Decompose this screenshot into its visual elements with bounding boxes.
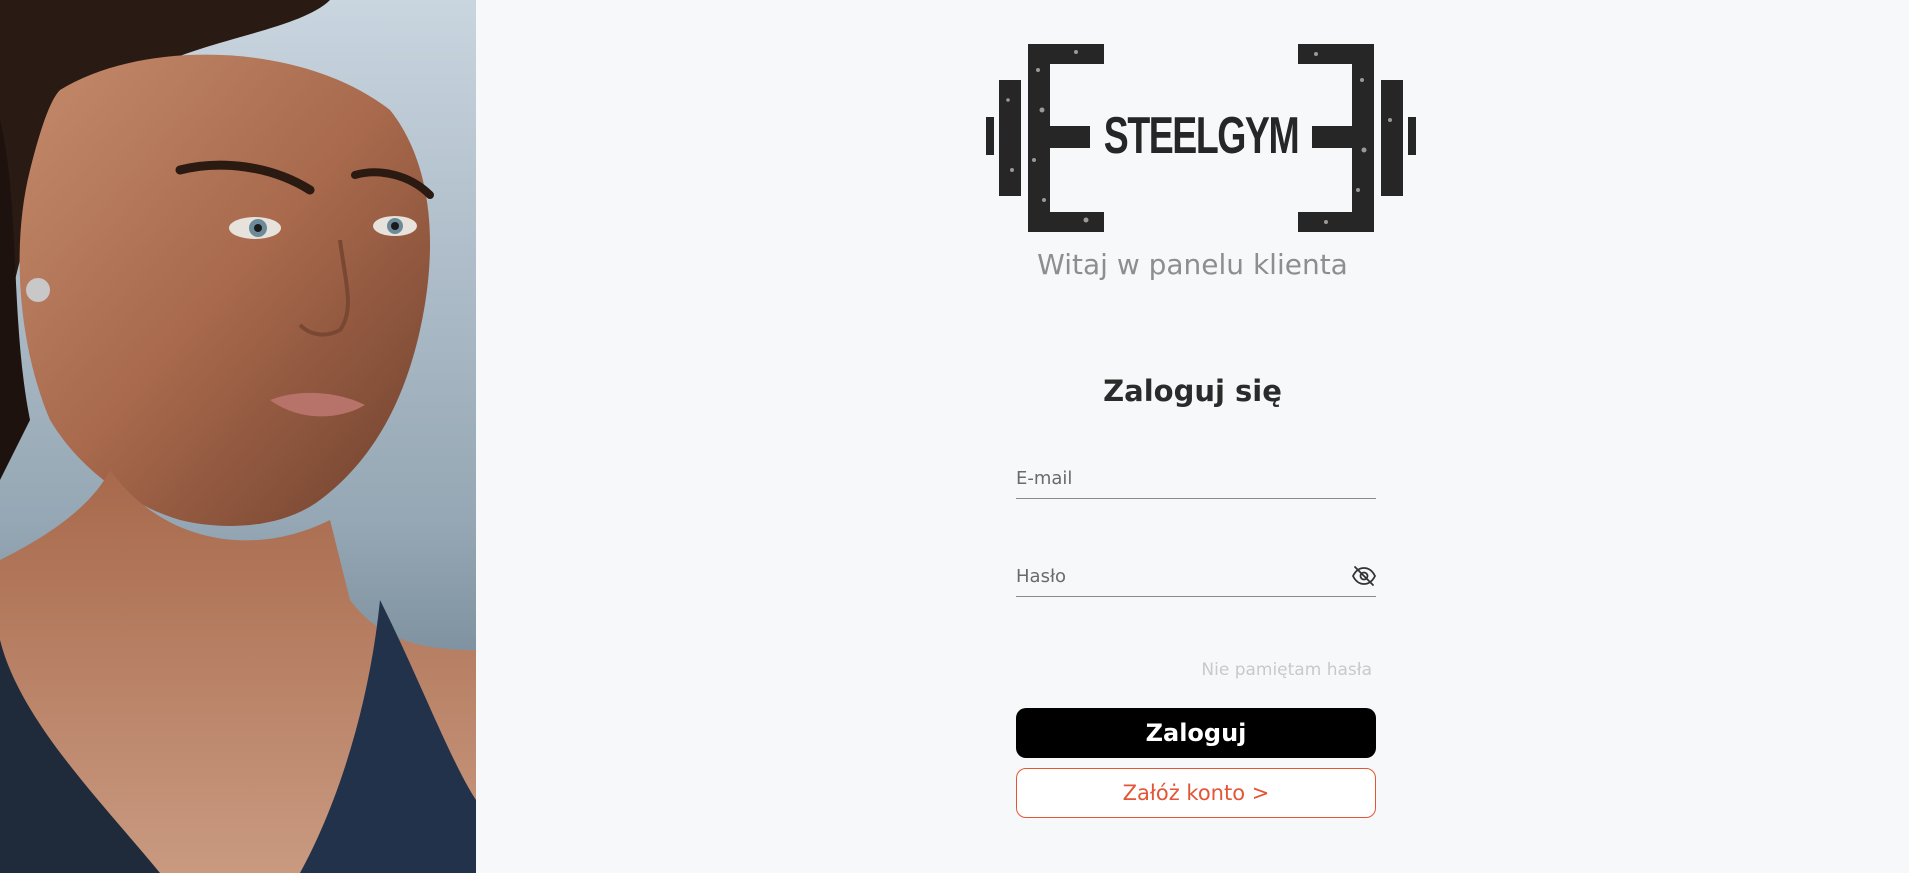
welcome-subtitle: Witaj w panelu klienta xyxy=(1037,248,1348,281)
login-button[interactable]: Zaloguj xyxy=(1016,708,1376,758)
brand-name: STEELGYM xyxy=(1103,107,1300,165)
athlete-portrait-image xyxy=(0,0,476,873)
eye-slash-icon[interactable] xyxy=(1352,564,1376,588)
brand-logo: STEELGYM xyxy=(986,40,1416,236)
password-input[interactable] xyxy=(1016,558,1336,594)
email-field xyxy=(1016,458,1376,499)
forgot-password-link[interactable]: Nie pamiętam hasła xyxy=(1016,660,1372,680)
login-panel: STEELGYM Witaj w panelu klienta Zaloguj … xyxy=(476,0,1909,873)
email-input[interactable] xyxy=(1016,460,1336,496)
register-button[interactable]: Załóż konto > xyxy=(1016,768,1376,818)
login-heading: Zaloguj się xyxy=(1103,374,1282,408)
hero-image xyxy=(0,0,476,873)
login-page: STEELGYM Witaj w panelu klienta Zaloguj … xyxy=(0,0,1909,873)
password-field xyxy=(1016,556,1376,597)
